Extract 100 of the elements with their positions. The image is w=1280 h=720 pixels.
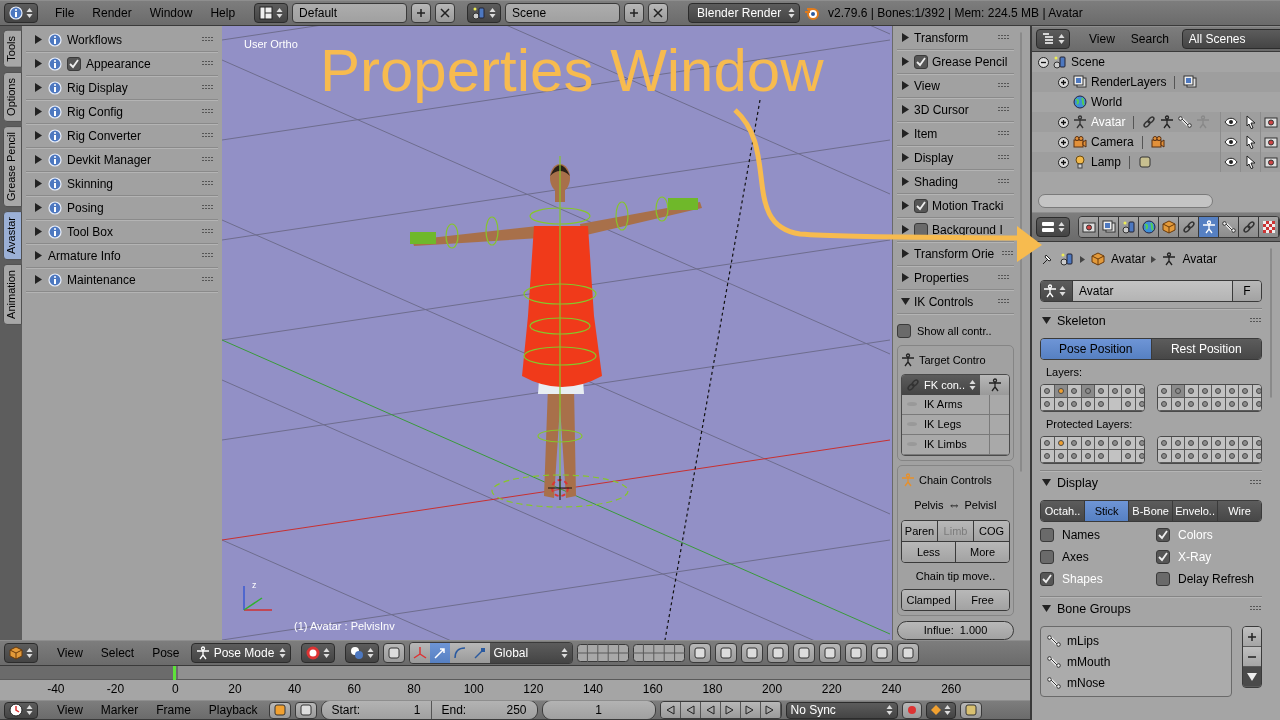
layer-toggle[interactable] [1095, 385, 1109, 398]
draw-type-toggle[interactable]: Envelo.. [1173, 501, 1218, 521]
list-item[interactable]: IK Arms [902, 394, 989, 415]
tool-tab[interactable]: Tools [3, 30, 22, 68]
layer-toggle[interactable] [1122, 437, 1136, 450]
keying-button[interactable] [925, 701, 956, 719]
properties-tab[interactable] [1199, 217, 1219, 237]
scene-selector-button[interactable] [467, 3, 502, 23]
panel-header[interactable]: Motion Tracki [897, 194, 1014, 218]
layer-toggle[interactable] [1095, 450, 1109, 463]
layer-toggle[interactable] [1122, 385, 1136, 398]
playback-button[interactable] [680, 702, 701, 718]
panel-header[interactable]: Skeleton [1040, 308, 1262, 332]
draw-type-toggle[interactable]: B-Bone [1129, 501, 1174, 521]
panel-header[interactable]: Display [1040, 470, 1262, 494]
list-item[interactable]: mLips [1067, 633, 1099, 648]
layer-toggle[interactable] [1239, 437, 1253, 450]
panel-header[interactable]: Background I [897, 218, 1014, 242]
render-engine-dropdown[interactable]: Blender Render [688, 3, 801, 23]
draw-type-toggle[interactable]: Stick [1085, 501, 1130, 521]
menu-item[interactable]: View [50, 646, 90, 660]
playback-button[interactable] [660, 702, 681, 718]
panel-header[interactable]: IK Controls [897, 290, 1014, 314]
layer-toggle[interactable] [1041, 385, 1055, 398]
mode-dropdown[interactable]: FK con.. [902, 374, 980, 395]
menu-item[interactable]: File [48, 6, 82, 20]
record-button[interactable] [901, 701, 922, 719]
datablock-browse-button[interactable] [1041, 281, 1073, 301]
layer-toggle[interactable] [1185, 437, 1199, 450]
tip-mode-button[interactable]: Free [956, 589, 1009, 610]
checkbox-option[interactable]: Delay Refresh [1156, 568, 1262, 590]
layer-toggle[interactable] [1239, 450, 1253, 463]
layer-toggle[interactable] [1212, 437, 1226, 450]
shading-button[interactable] [344, 643, 379, 663]
list-item[interactable]: IK Limbs [902, 434, 989, 455]
editor-type-button[interactable] [1036, 217, 1070, 237]
translate-button[interactable] [429, 643, 450, 663]
screen-layout-button[interactable] [254, 3, 289, 23]
toolbar-button[interactable] [896, 643, 919, 663]
collapse-toggle[interactable] [1038, 56, 1049, 68]
properties-tab[interactable] [1099, 217, 1119, 237]
orientation-dropdown[interactable]: Global [489, 643, 572, 663]
layer-toggle[interactable] [1212, 398, 1226, 411]
outliner-item[interactable]: Camera [1091, 135, 1134, 149]
list-item[interactable]: mNose [1067, 675, 1105, 690]
list-item[interactable]: IK Legs [902, 414, 989, 435]
scene-name-field[interactable]: Scene [505, 3, 621, 23]
lock-button[interactable] [294, 701, 317, 719]
toolbar-button[interactable] [714, 643, 737, 663]
panel-header[interactable]: Properties [897, 266, 1014, 290]
outliner-item[interactable]: RenderLayers [1091, 75, 1167, 89]
chain-button[interactable]: Less [902, 541, 956, 562]
layer-toggle[interactable] [1185, 398, 1199, 411]
menu-item[interactable]: Pose [145, 646, 187, 660]
properties-tab[interactable] [1159, 217, 1179, 237]
layer-toggle[interactable] [1041, 398, 1055, 411]
checkbox-option[interactable]: Axes [1040, 546, 1146, 568]
panel-header[interactable]: View [897, 74, 1014, 98]
scrollbar[interactable] [1038, 194, 1213, 208]
panel-header[interactable]: Rig Display [26, 76, 218, 100]
chain-button[interactable]: COG [974, 520, 1009, 541]
playback-button[interactable] [740, 702, 761, 718]
layer-toggle[interactable] [1239, 385, 1253, 398]
layer-toggle[interactable] [1239, 398, 1253, 411]
panel-header[interactable]: Tool Box [26, 220, 218, 244]
menu-item[interactable]: Window [142, 6, 200, 20]
panel-header[interactable]: Workflows [26, 28, 218, 52]
layer-toggle[interactable] [1068, 398, 1082, 411]
layer-toggle[interactable] [1122, 398, 1136, 411]
checkbox[interactable] [914, 54, 928, 69]
checkbox[interactable] [67, 56, 81, 71]
panel-header[interactable]: Transform [897, 26, 1014, 50]
tool-tab[interactable]: Avastar [3, 210, 22, 260]
outliner-item[interactable]: Lamp [1091, 155, 1122, 169]
position-toggle[interactable]: Rest Position [1151, 339, 1261, 359]
tip-mode-button[interactable]: Clamped [902, 589, 956, 610]
checkbox[interactable] [897, 324, 911, 339]
menu-item[interactable]: Render [85, 6, 139, 20]
toolbar-button[interactable] [818, 643, 841, 663]
influence-field[interactable]: Influe: 1.000 [897, 620, 1014, 640]
layer-toggle[interactable] [1068, 437, 1082, 450]
layer-toggle[interactable] [1185, 450, 1199, 463]
draw-type-toggle[interactable]: Wire [1217, 501, 1261, 521]
toolbar-button[interactable] [766, 643, 789, 663]
editor-type-button[interactable] [4, 701, 38, 719]
panel-header[interactable]: Rig Config [26, 100, 218, 124]
pivot-button[interactable] [300, 643, 335, 663]
remove-button[interactable] [1243, 647, 1261, 667]
properties-tab[interactable] [1139, 217, 1159, 237]
menu-item[interactable]: Select [93, 646, 142, 660]
list-item-toggle[interactable] [989, 434, 1009, 455]
menu-item[interactable]: Marker [93, 703, 146, 717]
checkbox[interactable] [914, 222, 928, 237]
preview-range-button[interactable] [268, 701, 291, 719]
delete-button[interactable] [435, 3, 456, 23]
layer-toggle[interactable] [1212, 450, 1226, 463]
datablock-name-field[interactable]: Avatar [1073, 281, 1233, 301]
fake-user-button[interactable]: F [1233, 281, 1261, 301]
panel-header[interactable]: Display [897, 146, 1014, 170]
properties-tab[interactable] [1219, 217, 1239, 237]
